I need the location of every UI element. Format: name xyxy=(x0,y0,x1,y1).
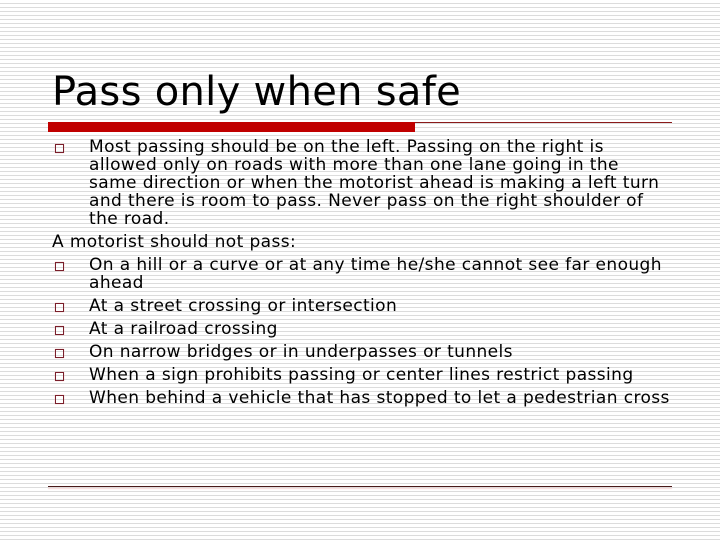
slide-title: Pass only when safe xyxy=(52,69,462,115)
bullet-text: At a street crossing or intersection xyxy=(89,296,398,316)
slide-body: Most passing should be on the left. Pass… xyxy=(52,138,672,412)
bullet-text: At a railroad crossing xyxy=(89,319,278,339)
bullet-text: When a sign prohibits passing or center … xyxy=(89,365,634,385)
bullet-text: Most passing should be on the left. Pass… xyxy=(89,137,660,229)
bullet-text: When behind a vehicle that has stopped t… xyxy=(89,388,670,408)
bullet-item: At a railroad crossing xyxy=(52,320,672,338)
bullet-text: On narrow bridges or in underpasses or t… xyxy=(89,342,513,362)
square-bullet-icon xyxy=(55,372,64,381)
bullet-item: When behind a vehicle that has stopped t… xyxy=(52,389,672,407)
square-bullet-icon xyxy=(55,395,64,404)
lead-in-text: A motorist should not pass: xyxy=(52,232,297,252)
bullet-item: On narrow bridges or in underpasses or t… xyxy=(52,343,672,361)
square-bullet-icon xyxy=(55,349,64,358)
square-bullet-icon xyxy=(55,303,64,312)
title-underline-rule xyxy=(415,122,672,123)
footer-divider xyxy=(48,486,672,487)
square-bullet-icon xyxy=(55,144,64,153)
bullet-item: On a hill or a curve or at any time he/s… xyxy=(52,256,672,292)
square-bullet-icon xyxy=(55,262,64,271)
bullet-item: At a street crossing or intersection xyxy=(52,297,672,315)
title-underline-accent xyxy=(48,122,415,132)
square-bullet-icon xyxy=(55,326,64,335)
bullet-text: On a hill or a curve or at any time he/s… xyxy=(89,255,662,293)
bullet-item: When a sign prohibits passing or center … xyxy=(52,366,672,384)
bullet-item-intro: Most passing should be on the left. Pass… xyxy=(52,138,672,228)
